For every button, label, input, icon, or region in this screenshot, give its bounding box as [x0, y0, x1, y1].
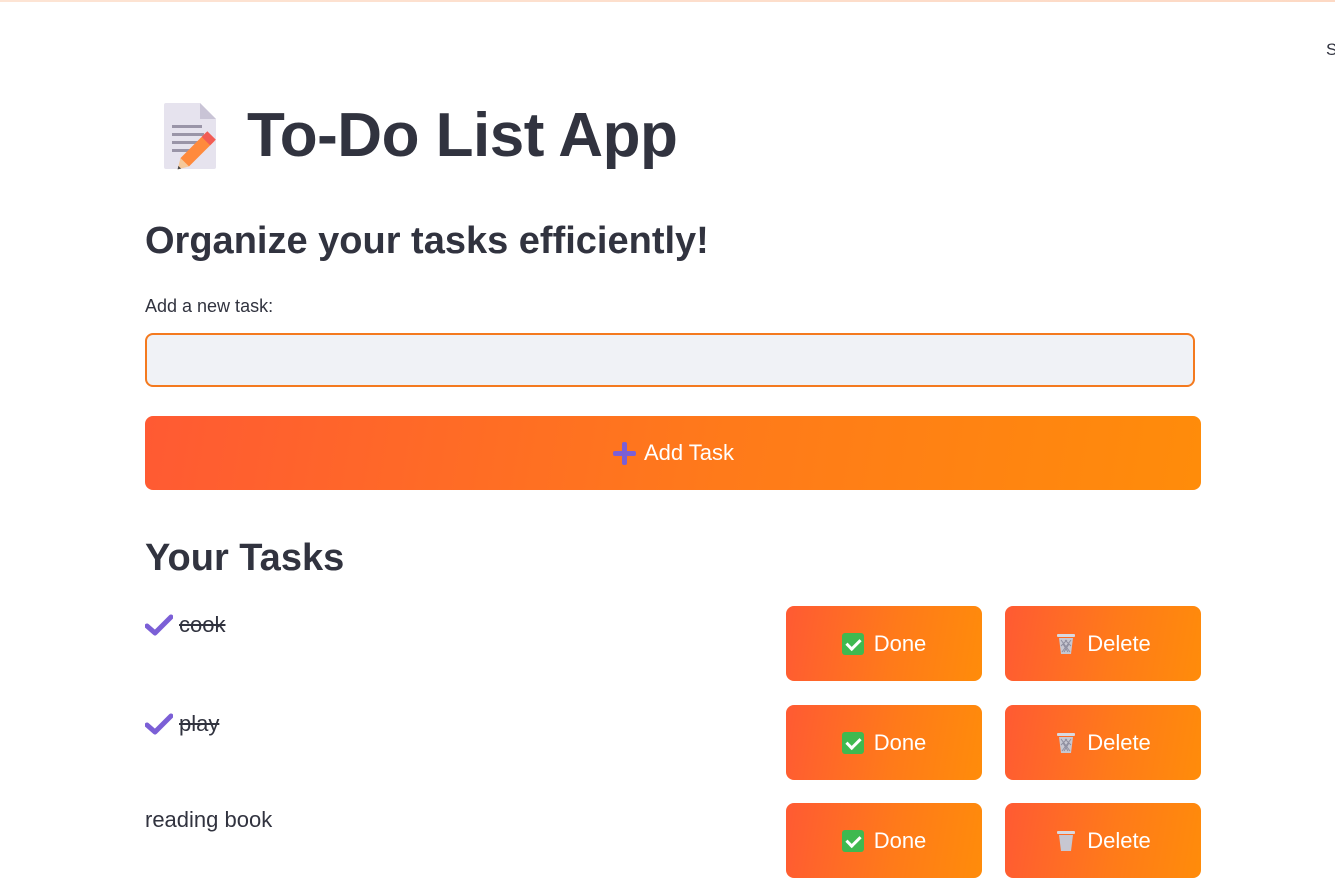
check-mark-icon: [145, 713, 173, 735]
add-task-label: Add Task: [643, 440, 735, 465]
task-label: reading book: [145, 807, 272, 833]
wastebasket-icon: [1057, 633, 1076, 654]
done-button[interactable]: Done: [786, 705, 982, 780]
delete-label: Delete: [1087, 827, 1151, 853]
wastebasket-icon: [1057, 732, 1076, 753]
memo-icon: [160, 101, 222, 171]
wastebasket-icon: [1057, 830, 1076, 851]
delete-label: Delete: [1087, 630, 1151, 656]
task-row: cook Done Delete: [145, 606, 1201, 682]
task-text: play: [179, 711, 220, 736]
tasks-section-title: Your Tasks: [145, 537, 345, 579]
check-mark-icon: [145, 614, 173, 636]
task-text: reading book: [145, 807, 273, 832]
task-label: cook: [145, 612, 225, 638]
done-label: Done: [873, 630, 927, 656]
plus-icon: [612, 441, 636, 465]
done-label: Done: [873, 827, 927, 853]
task-text: cook: [179, 612, 226, 637]
page-title: To-Do List App: [247, 101, 678, 170]
check-box-icon: [841, 829, 864, 852]
add-task-button[interactable]: Add Task: [145, 416, 1201, 490]
check-box-icon: [841, 632, 864, 655]
delete-label: Delete: [1087, 729, 1151, 755]
done-button[interactable]: Done: [786, 803, 982, 878]
title-row: To-Do List App: [160, 96, 678, 176]
delete-button[interactable]: Delete: [1005, 606, 1201, 681]
task-row: play Done Delete: [145, 705, 1201, 781]
done-button[interactable]: Done: [786, 606, 982, 681]
delete-button[interactable]: Delete: [1005, 705, 1201, 780]
delete-button[interactable]: Delete: [1005, 803, 1201, 878]
check-box-icon: [841, 731, 864, 754]
corner-menu-text[interactable]: S: [1326, 40, 1335, 60]
task-input[interactable]: [145, 333, 1195, 387]
page-subtitle: Organize your tasks efficiently!: [145, 220, 709, 262]
done-label: Done: [873, 729, 927, 755]
top-decoration-line: [0, 0, 1335, 2]
task-input-label: Add a new task:: [145, 296, 274, 316]
task-row: reading book Done Delete: [145, 803, 1201, 879]
task-label: play: [145, 711, 219, 737]
